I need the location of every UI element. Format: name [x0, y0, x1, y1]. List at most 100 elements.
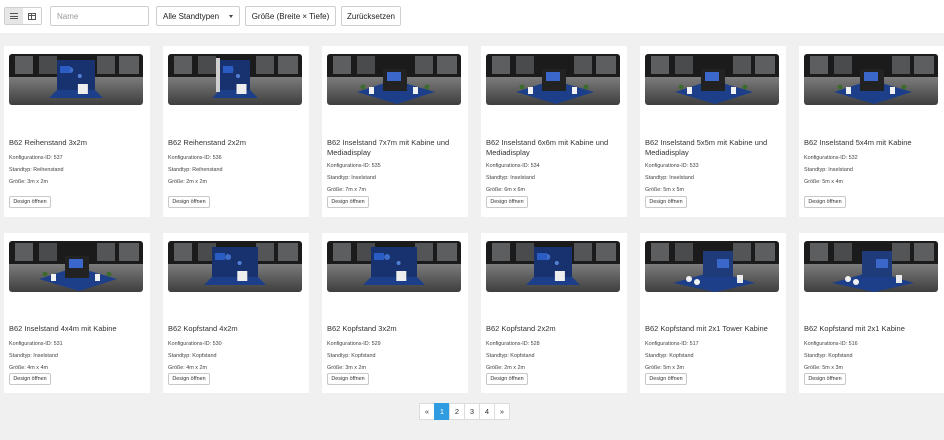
- open-design-button[interactable]: Design öffnen: [9, 373, 51, 385]
- booth-size: Größe: 2m x 2m: [486, 365, 525, 371]
- booth-size: Größe: 5m x 4m: [804, 179, 843, 185]
- booth-card: B62 Inselstand 6x6m mit Kabine und Media…: [481, 46, 627, 217]
- config-id: Konfigurations-ID: 528: [486, 341, 540, 347]
- booth-card: B62 Kopfstand mit 2x1 Kabine Konfigurati…: [799, 233, 944, 393]
- booth-card: B62 Kopfstand 3x2m Konfigurations-ID: 52…: [322, 233, 468, 393]
- chevron-down-icon: [229, 14, 233, 18]
- pagination-page-2[interactable]: 2: [449, 403, 465, 420]
- reset-button[interactable]: Zurücksetzen: [341, 6, 401, 26]
- pagination-page-3[interactable]: 3: [464, 403, 480, 420]
- booth-type: Standtyp: Inselstand: [327, 175, 376, 181]
- config-id: Konfigurations-ID: 533: [645, 163, 699, 169]
- booth-thumbnail[interactable]: [645, 54, 779, 105]
- config-id: Konfigurations-ID: 537: [9, 155, 63, 161]
- booth-title: B62 Kopfstand 3x2m: [327, 324, 397, 333]
- config-id: Konfigurations-ID: 535: [327, 163, 381, 169]
- booth-thumbnail[interactable]: [168, 241, 302, 292]
- booth-thumbnail[interactable]: [9, 241, 143, 292]
- grid-icon: [28, 12, 36, 20]
- booth-size: Größe: 6m x 6m: [486, 187, 525, 193]
- booth-type-select[interactable]: Alle Standtypen: [156, 6, 240, 26]
- booth-type: Standtyp: Inselstand: [804, 167, 853, 173]
- open-design-button[interactable]: Design öffnen: [486, 196, 528, 208]
- booth-title: B62 Inselstand 7x7m mit Kabine und Media…: [327, 138, 450, 157]
- booth-title: B62 Kopfstand 2x2m: [486, 324, 556, 333]
- booth-title: B62 Inselstand 4x4m mit Kabine: [9, 324, 117, 333]
- booth-type: Standtyp: Reihenstand: [168, 167, 223, 173]
- booth-thumbnail[interactable]: [486, 54, 620, 105]
- booth-size: Größe: 2m x 2m: [168, 179, 207, 185]
- booth-thumbnail[interactable]: [327, 54, 461, 105]
- booth-card: B62 Inselstand 7x7m mit Kabine und Media…: [322, 46, 468, 217]
- booth-type: Standtyp: Kopfstand: [168, 353, 217, 359]
- open-design-button[interactable]: Design öffnen: [645, 196, 687, 208]
- booth-card: B62 Inselstand 5x4m mit Kabine Konfigura…: [799, 46, 944, 217]
- size-filter-button[interactable]: Größe (Breite × Tiefe): [245, 6, 336, 26]
- booth-type: Standtyp: Kopfstand: [645, 353, 694, 359]
- booth-size: Größe: 4m x 4m: [9, 365, 48, 371]
- open-design-button[interactable]: Design öffnen: [804, 196, 846, 208]
- booth-type: Standtyp: Kopfstand: [327, 353, 376, 359]
- booth-type: Standtyp: Reihenstand: [9, 167, 64, 173]
- booth-title: B62 Kopfstand mit 2x1 Tower Kabine: [645, 324, 768, 333]
- config-id: Konfigurations-ID: 529: [327, 341, 381, 347]
- pagination-next[interactable]: »: [494, 403, 510, 420]
- booth-title: B62 Inselstand 5x5m mit Kabine und Media…: [645, 138, 768, 157]
- booth-size: Größe: 7m x 7m: [327, 187, 366, 193]
- open-design-button[interactable]: Design öffnen: [645, 373, 687, 385]
- open-design-button[interactable]: Design öffnen: [327, 373, 369, 385]
- config-id: Konfigurations-ID: 516: [804, 341, 858, 347]
- booth-thumbnail[interactable]: [9, 54, 143, 105]
- booth-size: Größe: 5m x 5m: [645, 187, 684, 193]
- booth-title: B62 Reihenstand 2x2m: [168, 138, 246, 147]
- open-design-button[interactable]: Design öffnen: [168, 196, 210, 208]
- booth-type: Standtyp: Inselstand: [9, 353, 58, 359]
- booth-size: Größe: 5m x 3m: [645, 365, 684, 371]
- booth-title: B62 Inselstand 5x4m mit Kabine: [804, 138, 912, 147]
- config-id: Konfigurations-ID: 536: [168, 155, 222, 161]
- booth-size: Größe: 5m x 3m: [804, 365, 843, 371]
- booth-thumbnail[interactable]: [804, 54, 938, 105]
- booth-size: Größe: 4m x 2m: [168, 365, 207, 371]
- booth-thumbnail[interactable]: [168, 54, 302, 105]
- booth-card: B62 Kopfstand 4x2m Konfigurations-ID: 53…: [163, 233, 309, 393]
- config-id: Konfigurations-ID: 530: [168, 341, 222, 347]
- booth-title: B62 Kopfstand mit 2x1 Kabine: [804, 324, 905, 333]
- pagination: « 1 2 3 4 »: [419, 403, 510, 420]
- open-design-button[interactable]: Design öffnen: [9, 196, 51, 208]
- booth-card: B62 Reihenstand 2x2m Konfigurations-ID: …: [163, 46, 309, 217]
- booth-type: Standtyp: Inselstand: [645, 175, 694, 181]
- booth-title: B62 Reihenstand 3x2m: [9, 138, 87, 147]
- config-id: Konfigurations-ID: 532: [804, 155, 858, 161]
- toolbar: Alle Standtypen Größe (Breite × Tiefe) Z…: [0, 0, 944, 33]
- booth-card: B62 Reihenstand 3x2m Konfigurations-ID: …: [4, 46, 150, 217]
- booth-type-select-value: Alle Standtypen: [163, 11, 220, 21]
- open-design-button[interactable]: Design öffnen: [168, 373, 210, 385]
- booth-card: B62 Inselstand 5x5m mit Kabine und Media…: [640, 46, 786, 217]
- booth-thumbnail[interactable]: [327, 241, 461, 292]
- booth-card: B62 Kopfstand mit 2x1 Tower Kabine Konfi…: [640, 233, 786, 393]
- booth-type: Standtyp: Kopfstand: [486, 353, 535, 359]
- config-id: Konfigurations-ID: 534: [486, 163, 540, 169]
- open-design-button[interactable]: Design öffnen: [486, 373, 528, 385]
- search-input[interactable]: [50, 6, 149, 26]
- booth-thumbnail[interactable]: [645, 241, 779, 292]
- list-icon: [10, 13, 18, 19]
- booth-thumbnail[interactable]: [486, 241, 620, 292]
- config-id: Konfigurations-ID: 531: [9, 341, 63, 347]
- pagination-prev[interactable]: «: [419, 403, 435, 420]
- open-design-button[interactable]: Design öffnen: [327, 196, 369, 208]
- booth-card: B62 Inselstand 4x4m mit Kabine Konfigura…: [4, 233, 150, 393]
- pagination-page-1[interactable]: 1: [434, 403, 450, 420]
- booth-size: Größe: 3m x 2m: [327, 365, 366, 371]
- booth-title: B62 Inselstand 6x6m mit Kabine und Media…: [486, 138, 609, 157]
- booth-size: Größe: 3m x 2m: [9, 179, 48, 185]
- booth-title: B62 Kopfstand 4x2m: [168, 324, 238, 333]
- pagination-page-4[interactable]: 4: [479, 403, 495, 420]
- booth-card: B62 Kopfstand 2x2m Konfigurations-ID: 52…: [481, 233, 627, 393]
- grid-view-button[interactable]: [23, 8, 41, 24]
- open-design-button[interactable]: Design öffnen: [804, 373, 846, 385]
- booth-thumbnail[interactable]: [804, 241, 938, 292]
- list-view-button[interactable]: [5, 8, 23, 24]
- view-toggle: [4, 7, 42, 25]
